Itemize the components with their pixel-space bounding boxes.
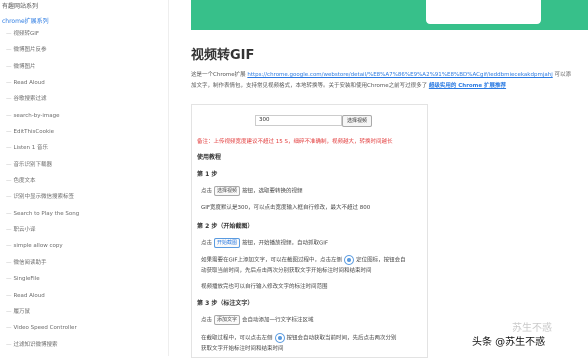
step1-note: GIF宽度默认是300，可以点击宽度输入框自行修改，最大不超过 800: [201, 205, 371, 211]
sidebar-item[interactable]: — Video Speed Controller: [0, 320, 148, 336]
step1-line: 点击 选择视频 按钮，选取要转换的视频: [201, 186, 303, 196]
step1-select-video-button[interactable]: 选择视频: [214, 186, 241, 196]
sidebar-item[interactable]: — Listen 1 音乐: [0, 140, 148, 156]
sidebar-item[interactable]: — 过滤知识微博搜索: [0, 337, 148, 353]
sidebar-item[interactable]: — 色度文本: [0, 173, 148, 189]
dash-icon: —: [6, 31, 12, 37]
sidebar-item[interactable]: — SingleFile: [0, 271, 148, 287]
step2-note-cont: 动获取当前时间，先后点击两次分别获取文字开始标注时间和结束时间: [201, 268, 372, 274]
sidebar-item[interactable]: — 谷歌搜索过滤: [0, 91, 148, 107]
dash-icon: —: [6, 129, 12, 136]
sidebar-item[interactable]: — Read Aloud: [0, 288, 148, 304]
sidebar-item[interactable]: — 微博图片: [0, 59, 148, 75]
step3-line: 点击 添加文字 会自动添加一行文字标注区域: [201, 315, 314, 325]
page-title: 视频转GIF: [191, 48, 255, 63]
sidebar-category[interactable]: chrome扩展系列: [2, 16, 142, 25]
extension-link[interactable]: https://chrome.google.com/webstore/detai…: [247, 72, 552, 78]
header-banner: [191, 0, 588, 30]
step3-heading: 第 3 步（标注文字）: [197, 300, 254, 307]
dash-icon: —: [6, 80, 12, 87]
dash-icon: —: [6, 210, 12, 217]
step2-line: 点击 开始截图 按钮，开始播放视频，自动抓取GIF: [201, 238, 329, 248]
sidebar-item[interactable]: — 微信阅读助手: [0, 255, 148, 271]
step1-heading: 第 1 步: [197, 171, 218, 178]
step2-note-range: 视频播放完也可以自行输入修改文字的标注时间范围: [201, 284, 328, 290]
step3-note-cont: 获取文字开始标注时间和结束时间: [201, 346, 284, 352]
sidebar-item[interactable]: — Read Aloud: [0, 75, 148, 91]
dash-icon: —: [6, 341, 12, 348]
dash-icon: —: [6, 47, 12, 54]
sidebar-item[interactable]: — simple allow copy: [0, 238, 148, 254]
step2-heading: 第 2 步（开始截图）: [197, 223, 254, 230]
dash-icon: —: [6, 63, 12, 70]
sidebar-item[interactable]: — 履万鼠: [0, 304, 148, 320]
sidebar-item[interactable]: — search-by-image: [0, 108, 148, 124]
dash-icon: —: [6, 227, 12, 234]
dash-icon: —: [6, 161, 12, 168]
watermark-text: 头条 @苏生不惑: [472, 337, 546, 348]
start-capture-button[interactable]: 开始截图: [214, 238, 241, 248]
divider: [168, 0, 169, 356]
dash-icon: —: [6, 325, 12, 332]
dash-icon: —: [6, 276, 12, 283]
sidebar-item[interactable]: — Search to Play the Song: [0, 206, 148, 222]
sidebar-item[interactable]: — 识别中显示微信搜索标签: [0, 189, 148, 205]
sidebar-item[interactable]: — 音乐识别下载器: [0, 157, 148, 173]
sidebar-item[interactable]: — EditThisCookie: [0, 124, 148, 140]
sidebar-list: — 视频转GIF — 微博图片反参 — 微博图片 — Read Aloud — 谷歌搜索过…: [0, 26, 148, 353]
dash-icon: —: [6, 243, 12, 250]
locate-icon: [344, 255, 355, 265]
intro-paragraph: 这是一个Chrome扩展 https://chrome.google.com/w…: [191, 72, 571, 89]
dash-icon: —: [6, 292, 12, 299]
warning-note: 备注：上传视频宽度建议不超过 15 S，细碎不准确制，视频越大，转换时间越长: [197, 139, 393, 145]
sidebar: chrome扩展系列 — 视频转GIF — 微博图片反参 — 微博图片 — Read A…: [0, 10, 150, 356]
watermark-faint: 苏生不惑: [512, 323, 552, 334]
width-input[interactable]: 300: [255, 115, 342, 126]
dash-icon: —: [6, 259, 12, 266]
sidebar-item[interactable]: — 视频转GIF: [0, 26, 148, 42]
add-text-button[interactable]: 添加文字: [214, 315, 241, 325]
dash-icon: —: [6, 308, 12, 315]
step3-note: 在截取过程中，可以点击左侧 按钮会自动获取当前时间，先后点击两次分别: [201, 333, 397, 343]
dash-icon: —: [6, 178, 12, 185]
sidebar-item[interactable]: — 微博图片反参: [0, 42, 148, 58]
dash-icon: —: [6, 96, 12, 103]
step2-note: 如果需要在GIF上添加文字，可以在截图过程中，点击左侧 定位图标，按钮会自: [201, 255, 406, 265]
banner-image-area: [426, 0, 541, 24]
dash-icon: —: [6, 145, 12, 152]
watermark: 苏生不惑 头条 @苏生不惑: [472, 323, 584, 353]
recommend-link[interactable]: 超级实用的 Chrome 扩展推荐: [429, 83, 506, 89]
dash-icon: —: [6, 112, 12, 119]
site-series-label: 有趣网站系列: [2, 3, 39, 10]
select-video-button[interactable]: 选择视频: [342, 115, 372, 127]
sidebar-item[interactable]: — 职云小译: [0, 222, 148, 238]
guide-heading: 使用教程: [197, 154, 222, 161]
dash-icon: —: [6, 194, 12, 201]
locate-icon: [274, 333, 285, 343]
